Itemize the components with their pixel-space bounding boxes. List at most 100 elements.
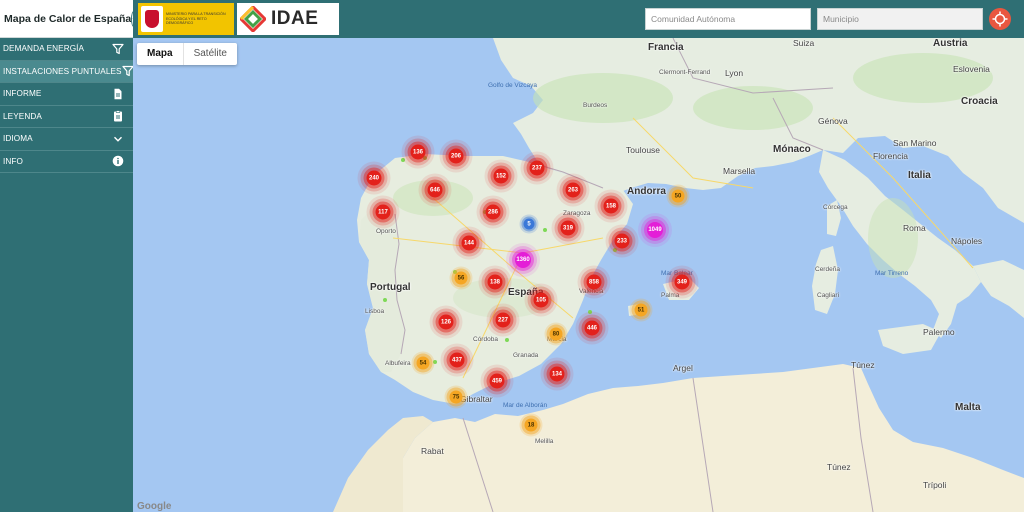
sidebar-item-informe[interactable]: INFORME — [0, 83, 133, 106]
cluster-marker[interactable]: 446 — [584, 320, 600, 336]
label-argel: Argel — [673, 363, 693, 373]
sidebar-item-info[interactable]: INFO — [0, 151, 133, 173]
top-bar: MINISTERIO PARA LA TRANSICIÓN ECOLÓGICA … — [133, 0, 1024, 38]
sidebar-item-idioma[interactable]: IDIOMA — [0, 128, 133, 151]
cluster-marker[interactable]: 237 — [529, 160, 545, 176]
installation-dot[interactable] — [433, 360, 437, 364]
label-malta: Malta — [955, 402, 981, 413]
label-melilla: Melilla — [535, 438, 554, 445]
label-clermont: Clermont-Ferrand — [659, 69, 711, 76]
cluster-marker[interactable]: 286 — [485, 204, 501, 220]
map-type-satelite[interactable]: Satélite — [184, 43, 237, 65]
sidebar-item-demanda-energia[interactable]: DEMANDA ENERGÍA — [0, 38, 133, 61]
label-mardealboran: Mar de Alborán — [503, 402, 548, 409]
label-gibraltar: Gibraltar — [460, 394, 493, 404]
comunidad-autonoma-input[interactable] — [645, 8, 811, 30]
label-portugal: Portugal — [370, 282, 411, 293]
cluster-marker[interactable]: 233 — [614, 233, 630, 249]
document-icon — [112, 88, 124, 100]
sidebar-item-label: DEMANDA ENERGÍA — [3, 44, 85, 54]
map-type-mapa[interactable]: Mapa — [137, 43, 184, 65]
label-roma: Roma — [903, 223, 926, 233]
ministerio-logo: MINISTERIO PARA LA TRANSICIÓN ECOLÓGICA … — [138, 3, 234, 35]
clipboard-icon — [112, 110, 124, 122]
label-palma: Palma — [661, 292, 680, 299]
cluster-marker[interactable]: 858 — [586, 274, 602, 290]
cluster-marker[interactable]: 80 — [549, 327, 563, 341]
map-canvas[interactable]: Mapa Satélite Francia Suiza Austria Eslo… — [133, 38, 1024, 512]
cluster-marker[interactable]: 1049 — [647, 222, 663, 238]
sidebar-header: Mapa de Calor de España ‹ — [0, 0, 137, 38]
installation-dot[interactable] — [543, 228, 547, 232]
cluster-marker[interactable]: 117 — [375, 204, 391, 220]
label-francia: Francia — [648, 42, 684, 53]
idae-logo: IDAE — [237, 3, 339, 35]
label-tunezcity: Túnez — [827, 462, 851, 472]
installation-dot[interactable] — [613, 248, 617, 252]
cluster-marker[interactable]: 206 — [448, 148, 464, 164]
idae-mark-icon — [238, 4, 268, 34]
label-sanmarino: San Marino — [893, 138, 937, 148]
label-bordeaux: Burdeos — [583, 102, 608, 109]
cluster-marker[interactable]: 349 — [674, 274, 690, 290]
cluster-marker[interactable]: 50 — [671, 189, 685, 203]
cluster-marker[interactable]: 240 — [366, 170, 382, 186]
cluster-marker[interactable]: 134 — [549, 366, 565, 382]
label-cordoba: Córdoba — [473, 336, 498, 343]
label-rabat: Rabat — [421, 446, 444, 456]
cluster-marker[interactable]: 227 — [495, 312, 511, 328]
cluster-marker[interactable]: 319 — [560, 220, 576, 236]
cluster-marker[interactable]: 56 — [454, 271, 468, 285]
label-albufeira: Albufeira — [385, 360, 411, 367]
label-lyon: Lyon — [725, 68, 744, 78]
label-oporto: Oporto — [376, 228, 396, 235]
label-zaragoza: Zaragoza — [563, 210, 591, 217]
sidebar-item-label: IDIOMA — [3, 134, 33, 144]
cluster-marker[interactable]: 152 — [493, 168, 509, 184]
label-corse: Córcega — [823, 204, 848, 211]
info-icon — [112, 155, 124, 167]
cluster-marker[interactable]: 1360 — [515, 252, 531, 268]
label-cerdena: Cerdeña — [815, 266, 840, 273]
sidebar: Mapa de Calor de España ‹ DEMANDA ENERGÍ… — [0, 0, 137, 512]
sidebar-item-instalaciones-puntuales[interactable]: INSTALACIONES PUNTUALES — [0, 60, 134, 83]
cluster-marker[interactable]: 158 — [603, 198, 619, 214]
cluster-marker[interactable]: 54 — [416, 356, 430, 370]
installation-dot[interactable] — [401, 158, 405, 162]
label-genova: Génova — [818, 116, 848, 126]
cluster-marker[interactable]: 126 — [438, 314, 454, 330]
cluster-marker[interactable]: 75 — [449, 390, 463, 404]
cluster-marker[interactable]: 138 — [487, 274, 503, 290]
cluster-marker[interactable]: 136 — [410, 144, 426, 160]
cluster-marker[interactable]: 263 — [565, 182, 581, 198]
cluster-marker[interactable]: 646 — [427, 182, 443, 198]
label-suiza: Suiza — [793, 38, 815, 48]
label-italia: Italia — [908, 170, 931, 181]
filter-icon — [122, 65, 134, 77]
label-tripoli: Trípoli — [923, 480, 947, 490]
label-croacia: Croacia — [961, 96, 998, 107]
app-title: Mapa de Calor de España — [4, 12, 132, 25]
cluster-marker[interactable]: 437 — [449, 352, 465, 368]
filter-icon — [112, 43, 124, 55]
installation-dot[interactable] — [505, 338, 509, 342]
cluster-marker[interactable]: 459 — [489, 373, 505, 389]
cluster-marker[interactable]: 51 — [634, 303, 648, 317]
ministerio-text: MINISTERIO PARA LA TRANSICIÓN ECOLÓGICA … — [166, 12, 226, 26]
cluster-marker[interactable]: 105 — [533, 292, 549, 308]
cluster-marker[interactable]: 18 — [524, 418, 538, 432]
label-austria: Austria — [933, 38, 968, 49]
cluster-marker[interactable]: 144 — [461, 235, 477, 251]
label-lisboa: Lisboa — [365, 308, 385, 315]
sidebar-item-leyenda[interactable]: LEYENDA — [0, 106, 133, 128]
label-eslovenia: Eslovenia — [953, 64, 990, 74]
cluster-marker[interactable]: 5 — [523, 218, 535, 230]
map-type-control: Mapa Satélite — [137, 43, 237, 65]
crosshair-icon[interactable] — [989, 8, 1011, 30]
label-granada: Granada — [513, 352, 539, 359]
installation-dot[interactable] — [588, 310, 592, 314]
sidebar-item-label: LEYENDA — [3, 111, 42, 121]
installation-dot[interactable] — [383, 298, 387, 302]
municipio-input[interactable] — [817, 8, 983, 30]
label-andorra: Andorra — [627, 186, 666, 197]
